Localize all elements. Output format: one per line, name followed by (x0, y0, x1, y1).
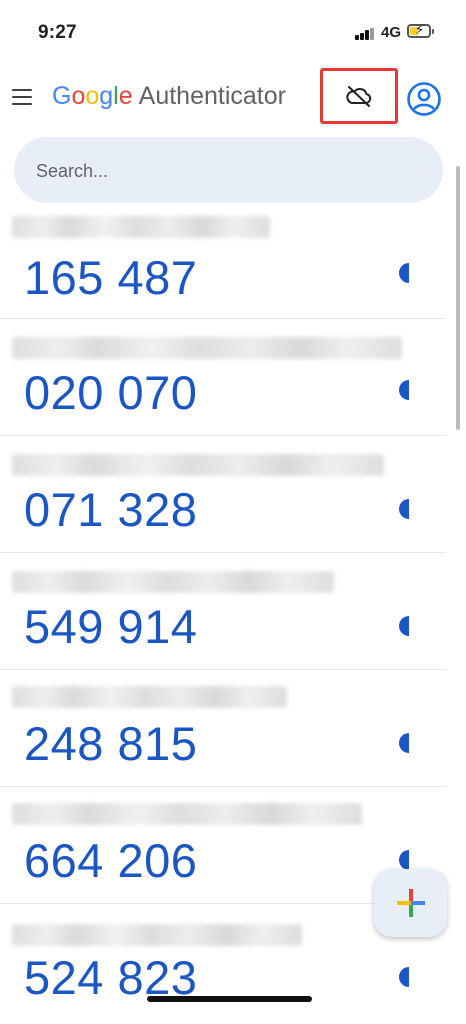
account-label-redacted (12, 924, 302, 946)
otp-code[interactable]: 248 815 (24, 720, 197, 767)
code-item[interactable]: 071 328 (0, 436, 446, 553)
otp-code[interactable]: 549 914 (24, 603, 197, 650)
otp-code[interactable]: 664 206 (24, 837, 197, 884)
timer-icon (399, 967, 409, 987)
account-circle-icon (407, 82, 441, 116)
account-label-redacted (12, 571, 334, 593)
account-label-redacted (12, 454, 384, 476)
code-item[interactable]: 549 914 (0, 553, 446, 670)
signal-icon (355, 28, 377, 40)
cloud-off-icon (346, 86, 372, 107)
timer-icon (399, 499, 409, 519)
account-label-redacted (12, 216, 270, 238)
logo-letter-o1: o (71, 82, 86, 110)
code-item[interactable]: 248 815 (0, 670, 446, 787)
logo-letter-e: e (118, 82, 133, 110)
timer-icon (399, 380, 409, 400)
timer-icon (399, 733, 409, 753)
home-indicator[interactable] (147, 996, 312, 1002)
logo-letter-o2: o (85, 82, 100, 110)
timer-icon (399, 850, 409, 870)
network-label: 4G (381, 24, 402, 41)
code-item[interactable]: 165 487 (0, 202, 446, 319)
account-label-redacted (12, 337, 402, 359)
logo-letter-g: G (52, 82, 72, 110)
code-item[interactable]: 020 070 (0, 319, 446, 436)
account-label-redacted (12, 686, 287, 708)
status-bar: 9:27 4G ⚡ (0, 0, 466, 62)
menu-icon[interactable] (12, 89, 32, 105)
app-title: Google Authenticator (52, 82, 286, 111)
otp-code[interactable]: 524 823 (24, 954, 197, 1001)
title-authenticator: Authenticator (138, 82, 286, 110)
search-input[interactable] (34, 137, 418, 205)
plus-icon (396, 889, 425, 917)
account-label-redacted (12, 803, 362, 825)
battery-icon: ⚡ (407, 23, 434, 38)
otp-code[interactable]: 020 070 (24, 369, 197, 416)
logo-letter-g2: g (99, 82, 114, 110)
authenticator-screen: 9:27 4G ⚡ Google Authenticator Search...… (0, 0, 466, 1024)
scrollbar-thumb[interactable] (456, 166, 460, 430)
timer-icon (399, 263, 409, 283)
search-bar[interactable] (14, 137, 443, 205)
app-bar: Google Authenticator (0, 62, 466, 134)
add-code-button[interactable] (374, 869, 447, 937)
otp-code[interactable]: 071 328 (24, 486, 197, 533)
otp-code[interactable]: 165 487 (24, 254, 197, 301)
cloud-off-button[interactable] (320, 68, 398, 124)
status-time: 9:27 (38, 22, 77, 43)
account-button[interactable] (405, 80, 443, 118)
timer-icon (399, 616, 409, 636)
